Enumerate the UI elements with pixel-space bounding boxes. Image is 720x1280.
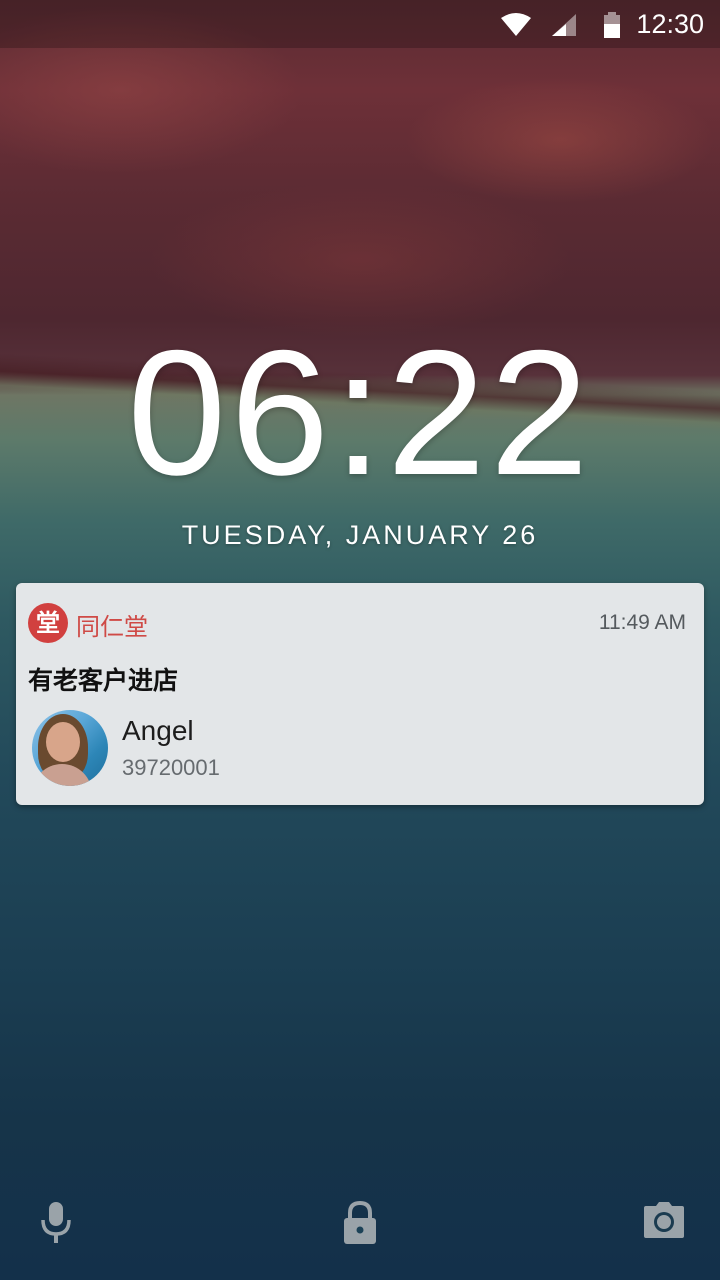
camera-icon[interactable] <box>642 1200 686 1244</box>
status-bar-time: 12:30 <box>636 9 704 39</box>
notification-app-name: 同仁堂 <box>76 613 148 641</box>
contact-avatar <box>32 710 108 786</box>
wifi-icon <box>500 12 532 42</box>
microphone-icon[interactable] <box>38 1200 74 1250</box>
app-logo-icon: 堂 <box>28 603 68 643</box>
lock-screen: 12:30 06:22 TUESDAY, JANUARY 26 堂 同仁堂 11… <box>0 0 720 1280</box>
lockscreen-clock: 06:22 <box>127 313 593 512</box>
lockscreen-date: TUESDAY, JANUARY 26 <box>181 520 539 550</box>
notification-card[interactable]: 堂 同仁堂 11:49 AM 有老客户进店 Angel 39720001 <box>16 583 704 805</box>
notification-title: 有老客户进店 <box>28 666 179 695</box>
status-bar: 12:30 <box>0 0 720 48</box>
contact-name: Angel <box>122 715 194 746</box>
battery-icon <box>602 12 622 42</box>
lock-icon[interactable] <box>340 1200 380 1250</box>
notification-time: 11:49 AM <box>598 611 686 634</box>
signal-icon <box>550 12 578 42</box>
contact-number: 39720001 <box>122 755 220 780</box>
